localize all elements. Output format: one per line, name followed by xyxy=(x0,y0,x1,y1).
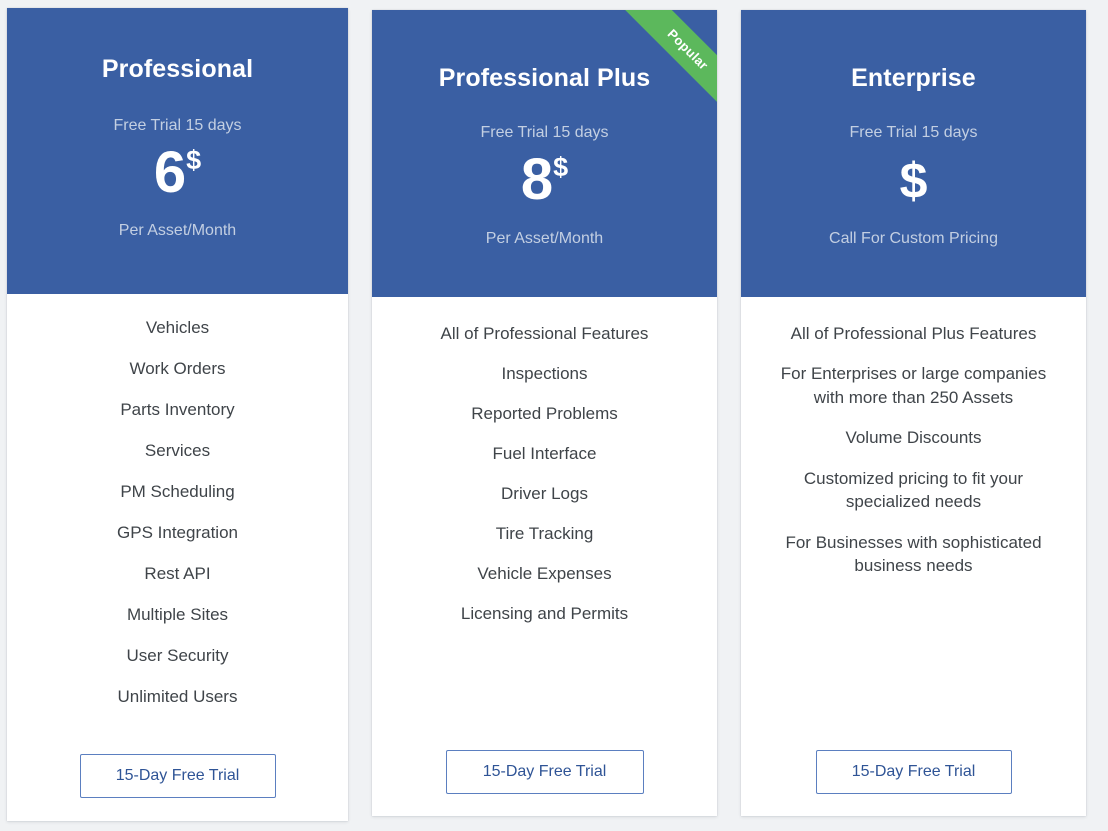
currency-symbol: $ xyxy=(553,152,569,182)
plan-price: 8 $ xyxy=(372,147,717,216)
card-body-professional-plus: All of Professional Features Inspections… xyxy=(372,297,717,816)
plan-name: Professional xyxy=(101,55,254,83)
feature-list: All of Professional Features Inspections… xyxy=(390,297,699,642)
card-body-enterprise: All of Professional Plus Features For En… xyxy=(741,297,1086,816)
feature-list: All of Professional Plus Features For En… xyxy=(759,297,1068,595)
plan-price-unit: Per Asset/Month xyxy=(485,230,604,247)
list-item: Rest API xyxy=(144,563,211,583)
list-item: User Security xyxy=(126,645,229,665)
list-item: Driver Logs xyxy=(501,483,588,503)
list-item: Vehicles xyxy=(145,318,210,337)
list-item: Customized pricing to fit your specializ… xyxy=(803,468,1024,512)
plan-trial-text: Free Trial 15 days xyxy=(849,124,978,141)
plan-trial-text: Free Trial 15 days xyxy=(113,117,242,134)
plan-price-unit: Per Asset/Month xyxy=(118,222,237,239)
list-item: Fuel Interface xyxy=(492,443,597,463)
list-item: All of Professional Plus Features xyxy=(790,324,1037,343)
list-item: For Businesses with sophisticated busine… xyxy=(785,532,1042,576)
price-amount: 6 xyxy=(153,140,186,205)
list-item: Inspections xyxy=(501,363,588,383)
currency-symbol: $ xyxy=(899,153,928,209)
list-item: Unlimited Users xyxy=(117,686,238,706)
list-item: Licensing and Permits xyxy=(460,603,629,623)
pricing-card-professional[interactable]: Professional Free Trial 15 days 6 $ Per … xyxy=(7,8,348,821)
list-item: For Enterprises or large companies with … xyxy=(780,364,1047,407)
list-item: Reported Problems xyxy=(471,403,618,423)
card-body-professional: Vehicles Work Orders Parts Inventory Ser… xyxy=(7,294,348,821)
currency-symbol: $ xyxy=(186,145,202,175)
pricing-card-enterprise[interactable]: Enterprise Free Trial 15 days $ Call For… xyxy=(741,10,1086,816)
plan-price: 6 $ xyxy=(7,140,348,209)
card-footer: 15-Day Free Trial xyxy=(25,754,330,821)
card-header-professional: Professional Free Trial 15 days 6 $ Per … xyxy=(7,8,348,294)
list-item: Work Orders xyxy=(129,358,226,378)
plan-name: Professional Plus xyxy=(438,64,651,92)
plan-price: $ xyxy=(741,150,1086,216)
pricing-plans-grid: Professional Free Trial 15 days 6 $ Per … xyxy=(0,0,1108,831)
pricing-card-professional-plus[interactable]: Popular Professional Plus Free Trial 15 … xyxy=(372,10,717,816)
card-footer: 15-Day Free Trial xyxy=(759,750,1068,816)
card-header-enterprise: Enterprise Free Trial 15 days $ Call For… xyxy=(741,10,1086,297)
list-item: Multiple Sites xyxy=(126,604,229,624)
free-trial-button[interactable]: 15-Day Free Trial xyxy=(445,750,644,794)
plan-trial-text: Free Trial 15 days xyxy=(480,124,609,141)
feature-list: Vehicles Work Orders Parts Inventory Ser… xyxy=(25,294,330,726)
list-item: All of Professional Features xyxy=(440,324,649,343)
free-trial-button[interactable]: 15-Day Free Trial xyxy=(79,754,276,798)
card-footer: 15-Day Free Trial xyxy=(390,750,699,816)
list-item: PM Scheduling xyxy=(120,481,235,501)
list-item: Services xyxy=(144,440,211,460)
list-item: Tire Tracking xyxy=(495,523,594,543)
plan-price-unit: Call For Custom Pricing xyxy=(829,230,998,247)
card-header-professional-plus: Popular Professional Plus Free Trial 15 … xyxy=(372,10,717,297)
list-item: Volume Discounts xyxy=(845,428,982,448)
free-trial-button[interactable]: 15-Day Free Trial xyxy=(815,750,1012,794)
price-amount: 8 xyxy=(520,147,553,212)
list-item: Vehicle Expenses xyxy=(477,563,612,583)
plan-name: Enterprise xyxy=(851,64,976,92)
list-item: GPS Integration xyxy=(117,522,238,542)
list-item: Parts Inventory xyxy=(120,399,235,419)
